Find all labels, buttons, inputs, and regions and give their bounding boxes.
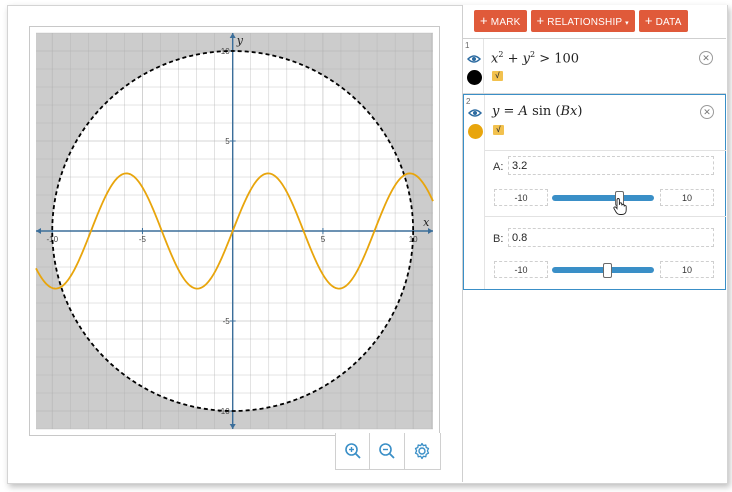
param-b-slider-thumb[interactable] bbox=[603, 263, 613, 278]
close-icon[interactable]: ✕ bbox=[699, 51, 713, 65]
graph-svg[interactable]: -10 -5 5 10105-5-10xy bbox=[30, 27, 439, 435]
zoom-controls bbox=[335, 433, 441, 470]
gear-icon bbox=[415, 442, 430, 460]
sqrt-toggle-icon[interactable]: √ bbox=[493, 125, 504, 135]
color-swatch[interactable] bbox=[467, 70, 482, 85]
x-tick-label: -5 bbox=[139, 235, 147, 244]
y-tick-label: 5 bbox=[225, 137, 230, 146]
add-mark-label: MARK bbox=[490, 17, 521, 28]
x-axis-label: x bbox=[423, 216, 430, 229]
close-icon[interactable]: ✕ bbox=[700, 105, 714, 119]
param-b-min[interactable]: -10 bbox=[494, 261, 548, 278]
param-a-label: A: bbox=[493, 161, 504, 173]
add-data-button[interactable]: + DATA bbox=[638, 10, 688, 32]
hand-cursor-icon bbox=[613, 198, 627, 215]
zoom-in-button[interactable] bbox=[336, 433, 371, 469]
eye-icon[interactable] bbox=[468, 108, 482, 118]
y-axis-label: y bbox=[236, 34, 244, 47]
param-a-row: A: 3.2 -10 10 bbox=[485, 150, 726, 217]
zoom-in-icon bbox=[344, 443, 361, 459]
sqrt-toggle-icon[interactable]: √ bbox=[492, 71, 503, 81]
zoom-out-icon bbox=[379, 443, 395, 459]
y-tick-label: -5 bbox=[223, 317, 231, 326]
expression-formula[interactable]: x2 + y2 > 100 bbox=[491, 50, 579, 66]
eye-icon[interactable] bbox=[467, 54, 481, 64]
expression-toolbar: + MARK + RELATIONSHIP ▾ + DATA bbox=[474, 10, 688, 32]
expression-index: 2 bbox=[466, 97, 471, 106]
add-data-label: DATA bbox=[655, 17, 682, 28]
expression-1[interactable]: 1 x2 + y2 > 100 √ ✕ bbox=[463, 39, 726, 94]
param-a-input[interactable]: 3.2 bbox=[508, 156, 714, 175]
settings-button[interactable] bbox=[405, 433, 440, 469]
param-a-min[interactable]: -10 bbox=[494, 189, 548, 206]
color-swatch[interactable] bbox=[468, 124, 483, 139]
expression-index: 1 bbox=[465, 41, 470, 50]
graph-canvas[interactable]: -10 -5 5 10 10 5 -5 -10 x y bbox=[29, 26, 440, 436]
zoom-out-button[interactable] bbox=[370, 433, 405, 469]
param-b-label: B: bbox=[493, 233, 504, 245]
param-a-slider-track[interactable] bbox=[552, 195, 654, 201]
expression-formula[interactable]: y = A sin (Bx) bbox=[492, 104, 582, 119]
param-a-max[interactable]: 10 bbox=[660, 189, 714, 206]
add-relationship-label: RELATIONSHIP bbox=[547, 17, 623, 28]
x-tick-label: 5 bbox=[321, 235, 326, 244]
param-b-row: B: 0.8 -10 10 bbox=[485, 216, 726, 287]
param-b-input[interactable]: 0.8 bbox=[508, 228, 714, 247]
expression-2[interactable]: 2 y = A sin (Bx) √ ✕ A: 3.2 -10 10 B: 0.… bbox=[463, 94, 726, 290]
param-b-max[interactable]: 10 bbox=[660, 261, 714, 278]
dropdown-caret-icon: ▾ bbox=[625, 20, 629, 27]
add-relationship-button[interactable]: + RELATIONSHIP ▾ bbox=[530, 10, 635, 32]
add-mark-button[interactable]: + MARK bbox=[474, 10, 527, 32]
